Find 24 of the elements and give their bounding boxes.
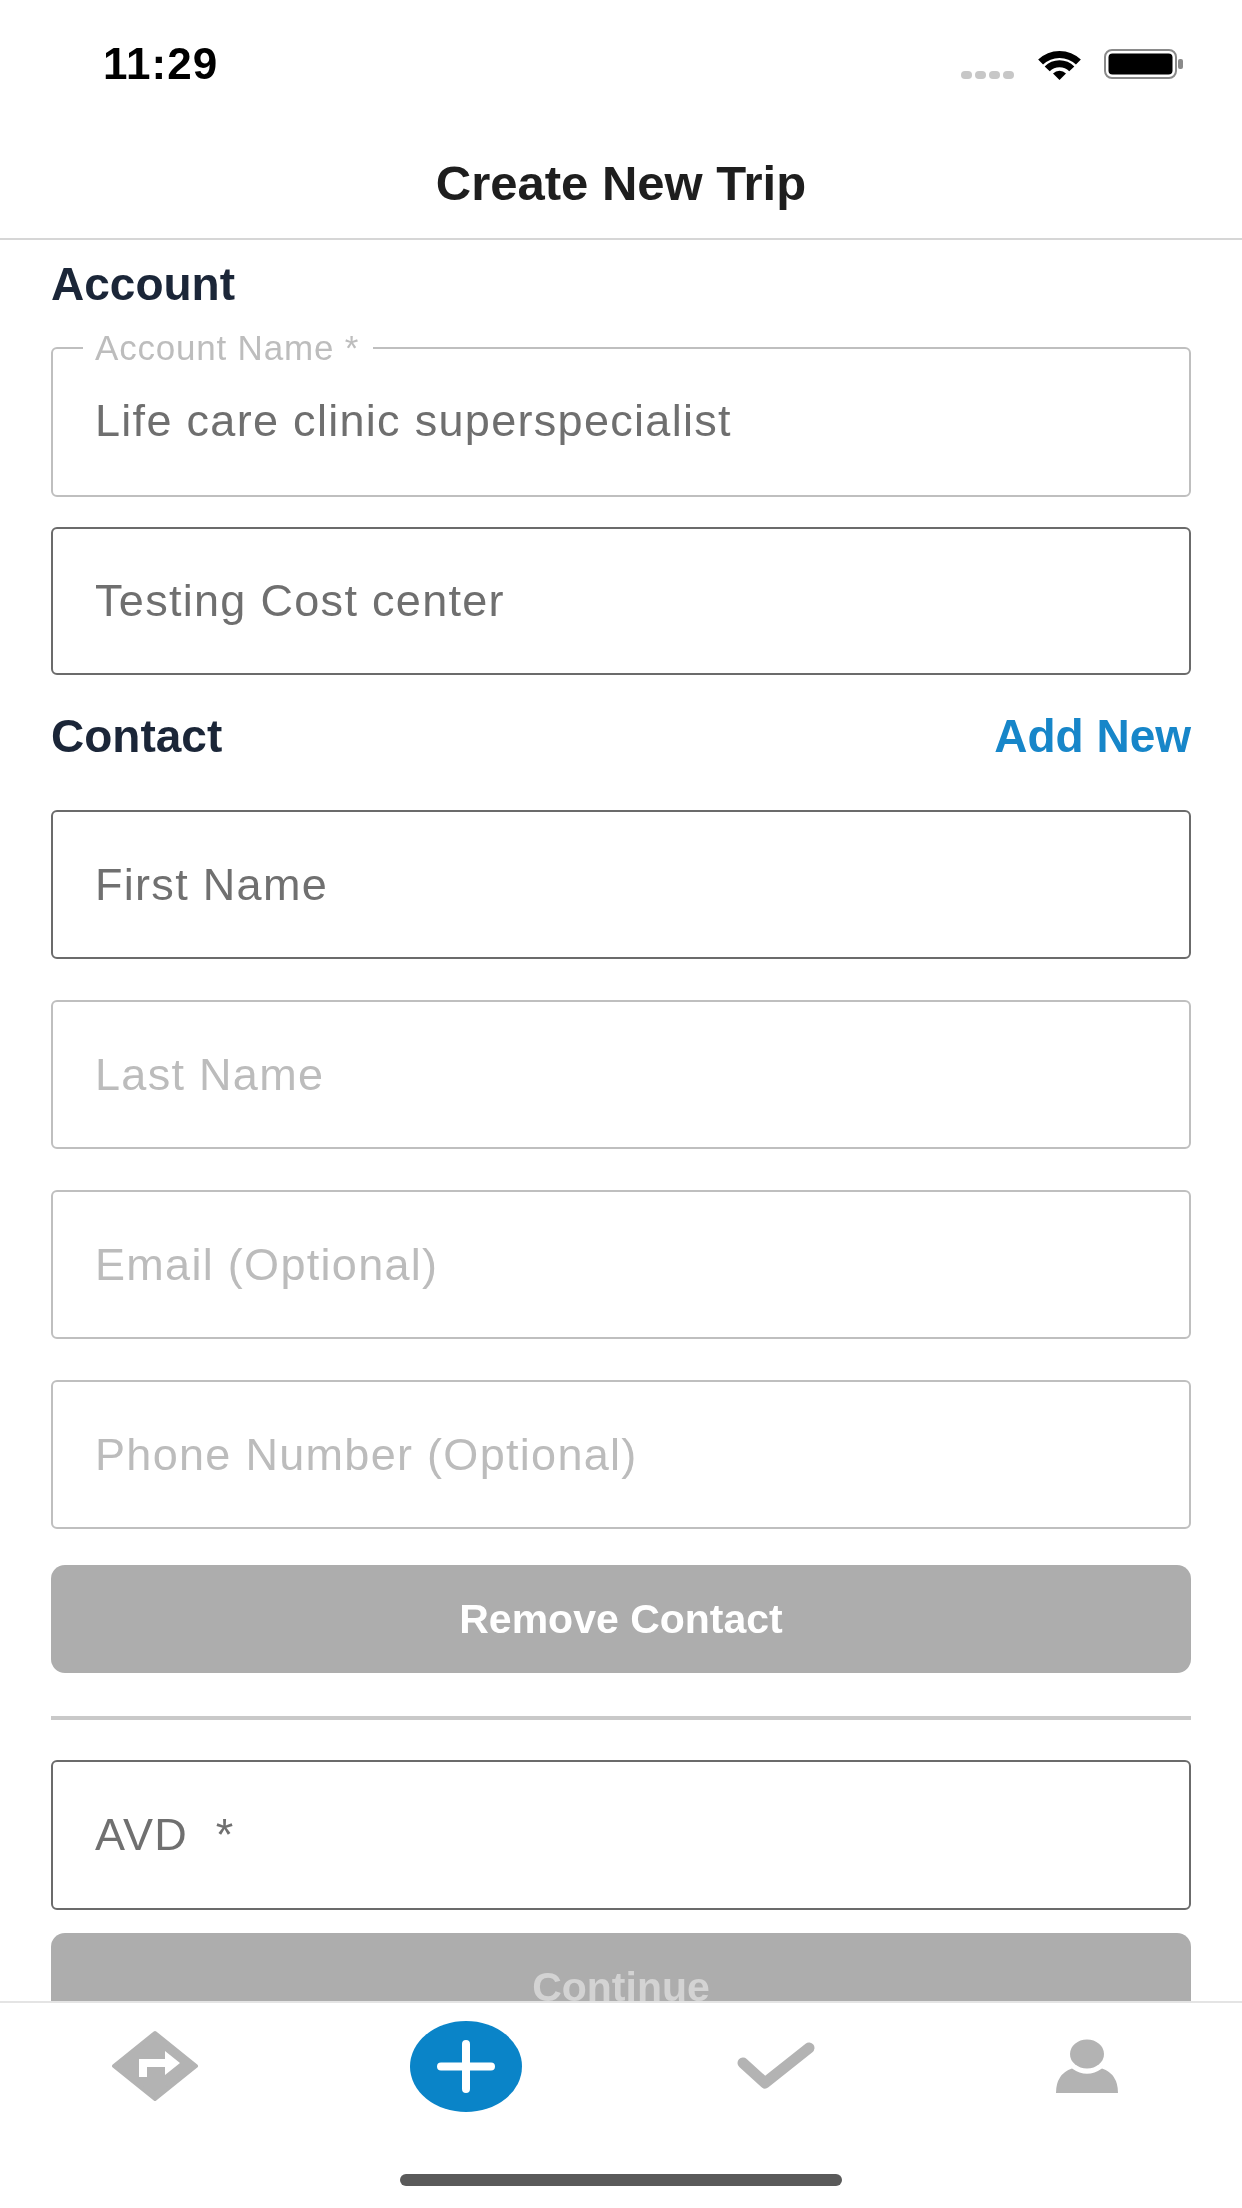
checkmark-icon — [736, 2041, 817, 2091]
section-heading: Account — [51, 260, 235, 308]
tab-button[interactable] — [111, 2030, 200, 2102]
text-field[interactable]: Life care clinic superspecialist — [83, 366, 1159, 476]
remove-contact-button[interactable]: Remove Contact — [51, 1565, 1191, 1673]
status-time: 11:29 — [103, 42, 219, 86]
tab-button[interactable] — [409, 2020, 522, 2112]
text-field[interactable]: Last Name — [51, 1000, 1191, 1149]
direction-sign-icon — [111, 2030, 200, 2102]
tab-button[interactable] — [736, 2041, 817, 2091]
text-field[interactable]: Phone Number (Optional) — [51, 1380, 1191, 1529]
person-icon — [1054, 2039, 1119, 2093]
tab-button[interactable] — [1054, 2039, 1119, 2093]
text-field[interactable]: First Name — [51, 810, 1191, 959]
add-new-link[interactable]: Add New — [994, 712, 1191, 760]
text-field[interactable]: AVD * — [51, 1760, 1191, 1910]
plus-icon — [409, 2020, 522, 2112]
screen-title: Create New Trip — [435, 155, 807, 211]
signal-icon — [961, 70, 1015, 80]
text-field[interactable]: Email (Optional) — [51, 1190, 1191, 1339]
field-label: Account Name * — [94, 330, 361, 366]
section-heading: Contact — [51, 712, 223, 760]
text-field[interactable]: Testing Cost center — [51, 527, 1191, 675]
battery-icon — [1104, 49, 1184, 79]
